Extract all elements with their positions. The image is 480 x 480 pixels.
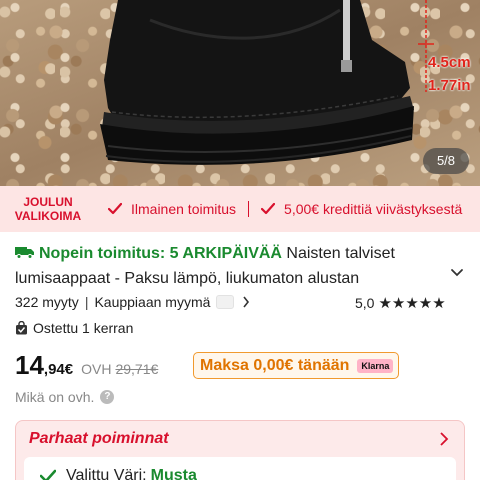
what-is-ovh-label: Mikä on ovh.: [15, 389, 95, 405]
image-page-counter: 5/8: [423, 148, 469, 174]
dimension-cm-label: 4.5cm: [428, 54, 471, 71]
price-decimal: ,94€: [43, 361, 74, 378]
klarna-pay-text: Maksa 0,00€ tänään: [200, 356, 350, 374]
price-row: 14 ,94€ OVH 29,71€: [15, 350, 158, 381]
star-rating-icons: ★★★★★: [378, 294, 446, 312]
expand-title-chevron-down-icon[interactable]: [450, 266, 464, 280]
selected-color: Valittu Väri: Musta: [40, 467, 197, 480]
boot-illustration: [100, 0, 434, 165]
best-picks-panel[interactable]: Parhaat poiminnat Valittu Väri: Musta: [15, 420, 465, 480]
promo-item-free-shipping: Ilmainen toimitus: [96, 201, 250, 217]
question-icon: ?: [100, 390, 115, 404]
what-is-ovh-link[interactable]: Mikä on ovh. ?: [15, 389, 115, 405]
promo-item-label: Ilmainen toimitus: [131, 201, 237, 217]
promo-brand-label: JOULUN VALIKOIMA: [14, 195, 82, 223]
promo-bar[interactable]: JOULUN VALIKOIMA Ilmainen toimitus 5,00€…: [0, 186, 480, 232]
rating-value: 5,0: [355, 295, 375, 311]
ovh-label: OVH: [81, 361, 112, 377]
product-image[interactable]: 4.5cm 1.77in 5/8: [0, 0, 480, 186]
selected-color-value: Musta: [150, 467, 197, 480]
seller-logo: [216, 295, 235, 309]
price-integer: 14: [15, 350, 44, 380]
ovh-price: 29,71€: [115, 361, 159, 377]
truck-icon: [15, 247, 34, 259]
klarna-pay-later-badge[interactable]: Maksa 0,00€ tänään Klarna: [193, 352, 400, 379]
seller-label: Kauppiaan myymä: [94, 294, 211, 310]
selected-variant-card[interactable]: Valittu Väri: Musta: [24, 457, 456, 480]
dimension-in-label: 1.77in: [428, 77, 471, 94]
chevron-right-icon: [243, 296, 250, 308]
promo-item-label: 5,00€ kredittiä viivästyksestä: [284, 201, 463, 217]
rating[interactable]: 5,0 ★★★★★: [355, 294, 446, 312]
promo-item-delay-credit: 5,00€ kredittiä viivästyksestä: [249, 201, 462, 217]
divider: |: [84, 294, 89, 310]
fastest-delivery-label: Nopein toimitus: 5 ARKIPÄIVÄÄ: [39, 245, 282, 262]
best-picks-heading: Parhaat poiminnat: [29, 430, 169, 447]
check-icon: [40, 469, 56, 480]
klarna-logo: Klarna: [357, 358, 394, 373]
check-icon: [261, 202, 276, 215]
bought-count: Ostettu 1 kerran: [33, 320, 134, 336]
selected-color-label: Valittu Väri:: [66, 467, 147, 480]
bought-info: Ostettu 1 kerran: [15, 320, 133, 336]
product-title: Nopein toimitus: 5 ARKIPÄIVÄÄ Naisten ta…: [15, 241, 445, 291]
sold-seller-row[interactable]: 322 myyty | Kauppiaan myymä: [15, 294, 250, 310]
check-icon: [108, 202, 122, 215]
shopping-bag-check-icon: [16, 321, 27, 335]
chevron-right-icon[interactable]: [439, 431, 449, 447]
sold-count: 322 myyty: [15, 294, 79, 310]
